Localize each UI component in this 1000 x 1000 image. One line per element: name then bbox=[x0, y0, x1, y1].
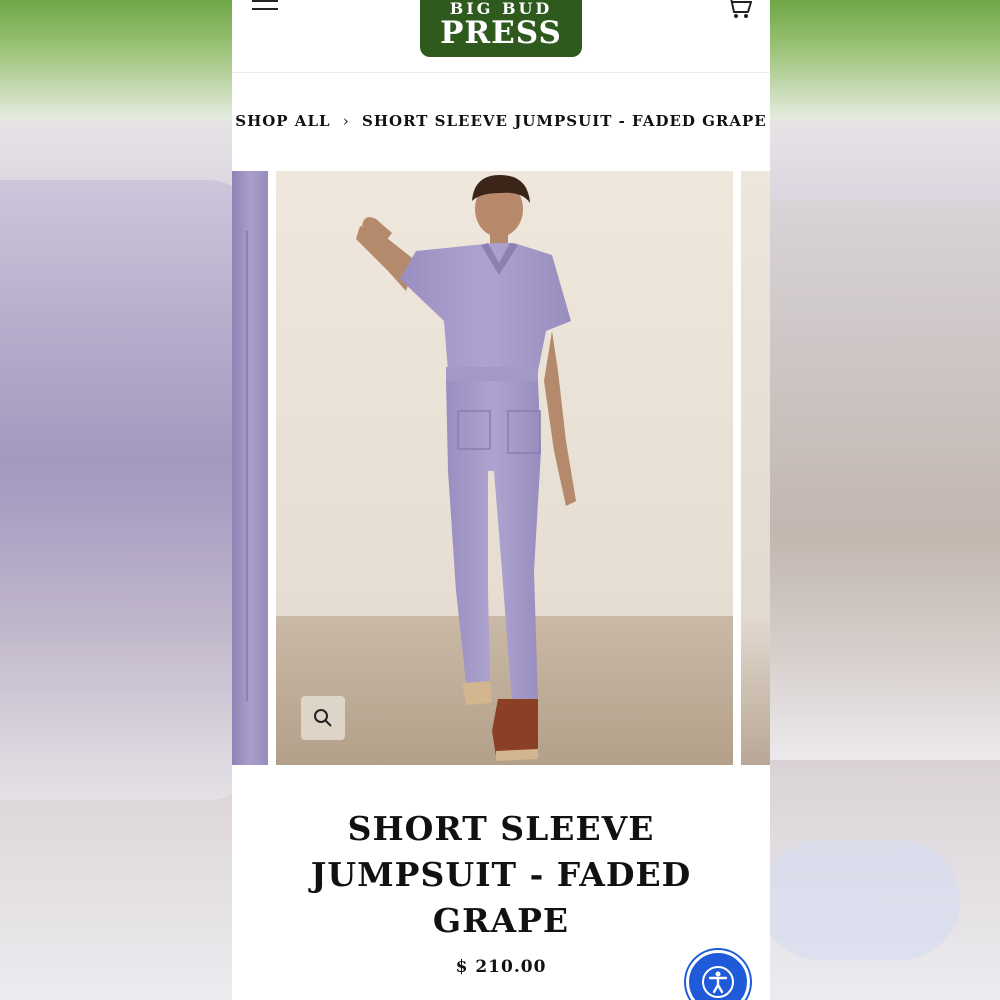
background-blur-right bbox=[760, 200, 1000, 760]
site-header: BIG BUD PRESS bbox=[232, 0, 770, 73]
zoom-button[interactable] bbox=[301, 696, 345, 740]
search-icon bbox=[314, 709, 332, 727]
store-logo[interactable]: BIG BUD PRESS bbox=[420, 0, 582, 57]
product-image-carousel[interactable] bbox=[232, 171, 770, 765]
mobile-page: BIG BUD PRESS SHOP ALL › SHORT SLEEVE JU… bbox=[232, 0, 770, 1000]
breadcrumb: SHOP ALL › SHORT SLEEVE JUMPSUIT - FADED… bbox=[232, 112, 770, 130]
carousel-prev-slide[interactable] bbox=[232, 171, 268, 765]
background-blur-left bbox=[0, 180, 250, 800]
menu-icon[interactable] bbox=[252, 0, 278, 18]
product-title: SHORT SLEEVE JUMPSUIT - FADED GRAPE bbox=[310, 809, 692, 940]
accessibility-icon bbox=[702, 966, 734, 998]
product-main-image[interactable] bbox=[276, 171, 733, 765]
background-blur-blue bbox=[760, 840, 960, 960]
breadcrumb-current: SHORT SLEEVE JUMPSUIT - FADED GRAPE bbox=[362, 112, 767, 130]
breadcrumb-separator: › bbox=[342, 112, 350, 130]
product-photo bbox=[276, 171, 733, 765]
breadcrumb-shop-all[interactable]: SHOP ALL bbox=[235, 112, 330, 130]
carousel-next-slide[interactable] bbox=[741, 171, 770, 765]
logo-text-bottom: PRESS bbox=[440, 15, 562, 51]
cart-icon[interactable] bbox=[726, 0, 752, 20]
